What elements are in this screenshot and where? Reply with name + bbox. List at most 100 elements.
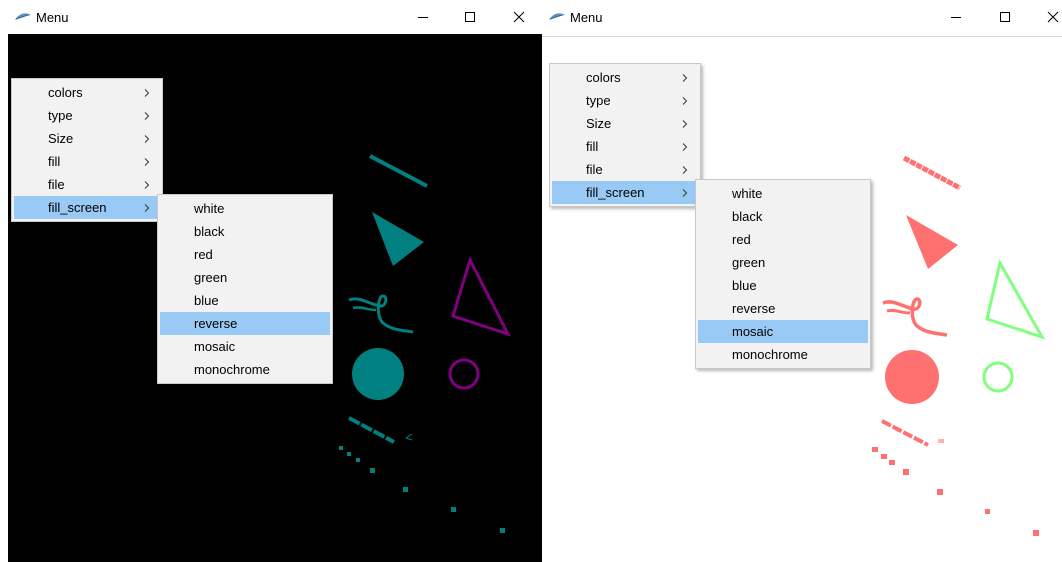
title-bar[interactable]: Menu — [542, 0, 1062, 34]
right-window: Menu colors type Size fill file fill_scr… — [542, 0, 1062, 562]
submenu-item-label: mosaic — [194, 339, 236, 354]
menu-item-colors[interactable]: colors — [14, 81, 160, 104]
menu-item-label: file — [48, 177, 65, 192]
window-title: Menu — [570, 10, 603, 25]
submenu-item-green[interactable]: green — [698, 251, 868, 274]
submenu-item-red[interactable]: red — [160, 243, 330, 266]
outline-triangle-shape — [985, 258, 1046, 340]
minimize-icon — [418, 17, 428, 18]
menu-item-file[interactable]: file — [14, 173, 160, 196]
menu-item-fill[interactable]: fill — [552, 135, 698, 158]
menu-item-label: type — [586, 93, 611, 108]
submenu-item-label: white — [194, 201, 225, 216]
submenu-item-blue[interactable]: blue — [698, 274, 868, 297]
submenu-item-label: black — [732, 209, 763, 224]
menu-item-label: type — [48, 108, 73, 123]
menu-item-label: fill — [586, 139, 599, 154]
title-bar[interactable]: Menu — [0, 0, 542, 34]
chevron-right-icon — [142, 150, 152, 173]
maximize-button[interactable] — [447, 0, 493, 34]
chevron-right-icon — [680, 135, 690, 158]
submenu-item-mosaic[interactable]: mosaic — [160, 335, 330, 358]
submenu-item-green[interactable]: green — [160, 266, 330, 289]
menu-item-label: Size — [586, 116, 612, 131]
submenu-item-label: green — [732, 255, 766, 270]
chevron-right-icon — [142, 173, 152, 196]
chevron-right-icon — [680, 89, 690, 112]
window-title: Menu — [36, 10, 69, 25]
submenu-item-reverse[interactable]: reverse — [160, 312, 330, 335]
chevron-right-icon — [142, 127, 152, 150]
menu-item-fill-screen[interactable]: fill_screen — [552, 181, 698, 204]
submenu-item-label: reverse — [732, 301, 776, 316]
menu-item-type[interactable]: type — [552, 89, 698, 112]
submenu-item-black[interactable]: black — [160, 220, 330, 243]
squiggle-shape — [348, 294, 414, 334]
menu-item-size[interactable]: Size — [552, 112, 698, 135]
menu-item-label: colors — [48, 85, 83, 100]
submenu-item-white[interactable]: white — [698, 182, 868, 205]
minimize-icon — [951, 17, 961, 18]
chevron-right-icon — [680, 66, 690, 89]
chevron-right-icon — [680, 158, 690, 181]
outline-circle-shape — [448, 358, 480, 390]
maximize-button[interactable] — [982, 0, 1028, 34]
menu-item-label: fill_screen — [48, 200, 107, 215]
fill-screen-submenu: white black red green blue reverse mosai… — [157, 194, 333, 384]
submenu-item-red[interactable]: red — [698, 228, 868, 251]
dashed-line-shape — [881, 419, 929, 447]
menu-item-label: fill — [48, 154, 61, 169]
menu-item-label: fill_screen — [586, 185, 645, 200]
mosaic-shapes — [872, 155, 1039, 536]
submenu-item-monochrome[interactable]: monochrome — [698, 343, 868, 366]
menu-item-fill-screen[interactable]: fill_screen — [14, 196, 160, 219]
line-shape — [902, 155, 962, 191]
submenu-item-label: monochrome — [732, 347, 808, 362]
submenu-item-label: green — [194, 270, 228, 285]
scatter-dots — [339, 446, 505, 533]
left-window: Menu colors type Size fill file fill_scr… — [0, 0, 542, 562]
feather-icon — [15, 13, 31, 20]
chevron-right-icon — [680, 112, 690, 135]
menu-item-label: Size — [48, 131, 74, 146]
context-menu: colors type Size fill file fill_screen — [11, 78, 163, 222]
submenu-item-label: blue — [194, 293, 219, 308]
menu-item-file[interactable]: file — [552, 158, 698, 181]
menu-item-colors[interactable]: colors — [552, 66, 698, 89]
close-button[interactable] — [496, 0, 542, 34]
submenu-item-label: blue — [732, 278, 757, 293]
maximize-icon — [465, 12, 475, 22]
menu-item-label: file — [586, 162, 603, 177]
submenu-item-monochrome[interactable]: monochrome — [160, 358, 330, 381]
chevron-right-icon — [142, 196, 152, 219]
menu-item-label: colors — [586, 70, 621, 85]
submenu-item-label: black — [194, 224, 225, 239]
chevron-right-icon — [142, 81, 152, 104]
chevron-right-icon — [142, 104, 152, 127]
submenu-item-label: monochrome — [194, 362, 270, 377]
menu-item-type[interactable]: type — [14, 104, 160, 127]
context-menu: colors type Size fill file fill_screen — [549, 63, 701, 207]
submenu-item-black[interactable]: black — [698, 205, 868, 228]
close-button[interactable] — [1030, 0, 1062, 34]
close-icon — [513, 11, 525, 23]
minimize-button[interactable] — [400, 0, 446, 34]
feather-icon — [549, 13, 565, 20]
submenu-item-label: red — [194, 247, 213, 262]
submenu-item-reverse[interactable]: reverse — [698, 297, 868, 320]
filled-triangle-shape — [906, 215, 958, 269]
submenu-item-mosaic[interactable]: mosaic — [698, 320, 868, 343]
submenu-item-white[interactable]: white — [160, 197, 330, 220]
line-shape — [369, 154, 428, 188]
submenu-item-blue[interactable]: blue — [160, 289, 330, 312]
squiggle-shape — [882, 297, 948, 337]
filled-circle-shape — [885, 350, 939, 404]
menu-item-size[interactable]: Size — [14, 127, 160, 150]
filled-triangle-shape — [372, 212, 424, 266]
outline-triangle-shape — [451, 256, 512, 337]
menu-item-fill[interactable]: fill — [14, 150, 160, 173]
chevron-right-icon — [680, 181, 690, 204]
scatter-dots — [872, 447, 1039, 536]
minimize-button[interactable] — [933, 0, 979, 34]
submenu-item-label: white — [732, 186, 763, 201]
